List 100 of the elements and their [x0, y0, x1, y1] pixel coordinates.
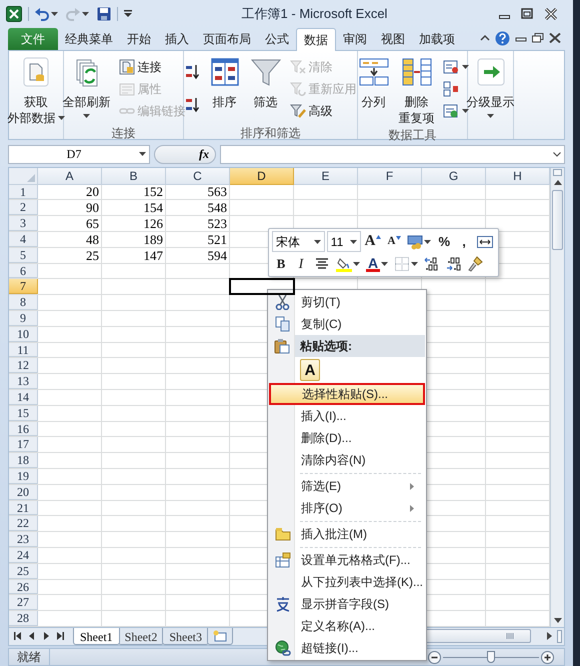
column-header[interactable]: A: [38, 168, 102, 185]
column-header[interactable]: C: [166, 168, 230, 185]
ribbon-button[interactable]: 全部刷新: [60, 54, 114, 124]
shrink-font-button[interactable]: A: [385, 232, 404, 252]
table-cell-text: 523: [206, 216, 228, 232]
menu-item[interactable]: 排序(O): [269, 497, 425, 519]
menu-item[interactable]: 超链接(I)...: [269, 637, 425, 659]
insert-function-button[interactable]: fx: [199, 145, 209, 164]
table-cell-text: 548: [206, 200, 228, 216]
row-header[interactable]: 11: [9, 342, 38, 358]
row-header[interactable]: 27: [9, 595, 38, 610]
menu-item[interactable]: 复制(C): [269, 313, 425, 335]
paste-option-button[interactable]: A: [300, 359, 320, 381]
table-cell-text: 90: [85, 200, 100, 216]
row-header[interactable]: 19: [9, 469, 38, 484]
column-header[interactable]: E: [294, 168, 358, 185]
row-header[interactable]: 24: [9, 548, 38, 563]
row-header[interactable]: 13: [9, 374, 38, 390]
table-cell-text: 20: [85, 184, 100, 200]
group-label: 排序和筛选: [240, 124, 300, 142]
row-header[interactable]: 1: [9, 184, 38, 200]
grow-font-button[interactable]: A: [362, 232, 384, 252]
ribbon-tab[interactable]: 开始: [120, 28, 158, 50]
ribbon-tab[interactable]: 公式: [258, 28, 296, 50]
menu-item[interactable]: 显示拼音字段(S): [269, 593, 425, 615]
row-header[interactable]: 15: [9, 406, 38, 421]
font-size-field[interactable]: 11: [326, 231, 361, 252]
row-header[interactable]: 20: [9, 484, 38, 500]
table-cell-text: 152: [142, 184, 164, 200]
window-title: 工作簿1 - Microsoft Excel: [242, 6, 388, 21]
table-cell-text: 563: [206, 184, 228, 200]
table-cell-text: 48: [85, 232, 100, 247]
row-header[interactable]: 6: [9, 264, 38, 278]
row-header[interactable]: 7: [9, 279, 38, 294]
row-header[interactable]: 25: [9, 564, 38, 579]
table-cell-text: 521: [206, 232, 228, 247]
ribbon-button[interactable]: 删除 重复项: [396, 54, 438, 126]
table-cell-text: 154: [142, 200, 164, 216]
sheet-tab[interactable]: Sheet3: [162, 628, 210, 645]
file-tab[interactable]: 文件: [8, 28, 58, 50]
bold-button[interactable]: B: [272, 254, 290, 274]
font-color-button[interactable]: A: [364, 254, 390, 274]
row-header[interactable]: 22: [9, 516, 38, 532]
italic-button[interactable]: I: [292, 254, 310, 274]
column-header[interactable]: F: [358, 168, 422, 185]
status-text: 就绪: [9, 648, 50, 666]
row-header[interactable]: 14: [9, 390, 38, 405]
ribbon-button[interactable]: 排序: [206, 54, 244, 124]
row-header[interactable]: 12: [9, 358, 38, 374]
menu-item[interactable]: 设置单元格格式(F)...: [269, 549, 425, 571]
format-button[interactable]: ,: [455, 232, 473, 252]
column-header[interactable]: H: [486, 168, 550, 185]
row-header[interactable]: 21: [9, 500, 38, 516]
row-header[interactable]: 8: [9, 295, 38, 310]
menu-item[interactable]: 插入批注(M): [269, 523, 425, 545]
menu-section-header: 粘贴选项:: [300, 338, 352, 355]
row-header[interactable]: 23: [9, 532, 38, 548]
row-header[interactable]: 9: [9, 311, 38, 326]
menu-item[interactable]: 筛选(E): [269, 475, 425, 497]
column-header[interactable]: D: [230, 168, 294, 185]
menu-item[interactable]: 定义名称(A)...: [269, 615, 425, 637]
name-box[interactable]: D7: [8, 144, 150, 164]
menu-item[interactable]: 选择性粘贴(S)...: [269, 383, 425, 405]
table-cell-text: 594: [206, 248, 228, 263]
group-label: 数据工具: [388, 126, 436, 144]
menu-item[interactable]: 插入(I)...: [269, 405, 425, 427]
table-cell-text: 189: [142, 232, 164, 247]
ribbon-tab[interactable]: 审阅: [336, 28, 374, 50]
row-header[interactable]: 2: [9, 200, 38, 216]
ribbon-tab[interactable]: 经典菜单: [58, 28, 120, 50]
sheet-tab[interactable]: Sheet2: [118, 628, 164, 645]
font-name-field[interactable]: 宋体: [272, 231, 325, 252]
table-cell-text: 126: [142, 216, 164, 232]
row-header[interactable]: 10: [9, 326, 38, 342]
row-header[interactable]: 28: [9, 611, 38, 626]
ribbon-button[interactable]: 分级显示: [464, 54, 518, 121]
format-button[interactable]: %: [435, 232, 454, 252]
menu-item[interactable]: 从下拉列表中选择(K)...: [269, 571, 425, 593]
column-header[interactable]: B: [102, 168, 166, 185]
ribbon-tab[interactable]: 视图: [374, 28, 412, 50]
table-cell-text: 25: [85, 248, 100, 263]
ribbon-tab[interactable]: 插入: [158, 28, 196, 50]
ribbon-tab[interactable]: 页面布局: [196, 28, 258, 50]
ribbon-tab[interactable]: 数据: [296, 28, 336, 51]
ribbon-button[interactable]: 连接: [116, 56, 188, 78]
row-header[interactable]: 26: [9, 580, 38, 594]
sheet-tab[interactable]: Sheet1: [73, 628, 120, 645]
row-header[interactable]: 4: [9, 232, 38, 247]
menu-item[interactable]: 清除内容(N): [269, 449, 425, 471]
table-cell-text: 65: [85, 216, 100, 232]
menu-item[interactable]: 删除(D)...: [269, 427, 425, 449]
ribbon-button[interactable]: 筛选: [246, 54, 284, 124]
row-header[interactable]: 18: [9, 453, 38, 468]
menu-item[interactable]: 剪切(T): [269, 291, 425, 313]
row-header[interactable]: 17: [9, 437, 38, 452]
column-header[interactable]: G: [422, 168, 486, 185]
row-header[interactable]: 16: [9, 422, 38, 436]
ribbon-tab[interactable]: 加载项: [412, 28, 462, 50]
row-header[interactable]: 3: [9, 216, 38, 232]
row-header[interactable]: 5: [9, 248, 38, 263]
